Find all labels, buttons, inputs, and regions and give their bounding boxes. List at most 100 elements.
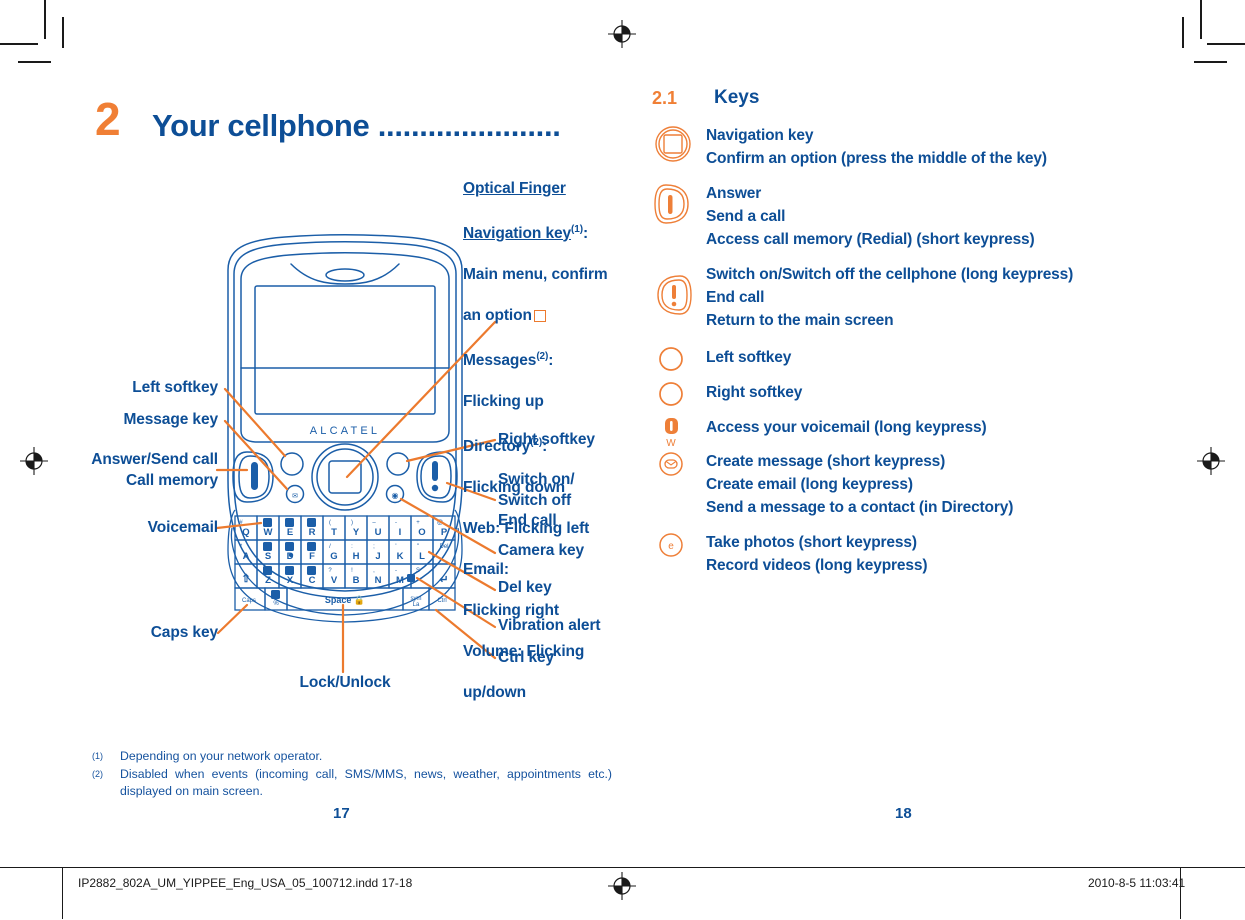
- footnote-row: (1) Depending on your network operator.: [92, 748, 612, 766]
- footnotes-block: (1) Depending on your network operator. …: [92, 748, 612, 801]
- svg-text:S: S: [265, 551, 271, 562]
- callout-switch-on-off: Switch on/ Switch off End call: [498, 471, 575, 529]
- key-line: Right softkey: [706, 384, 803, 401]
- svg-text:C: C: [309, 575, 316, 586]
- key-line: Create message (short keypress): [706, 453, 946, 470]
- key-row-navigation: Navigation key Confirm an option (press …: [652, 124, 1047, 170]
- key-line: Create email (long keypress): [706, 476, 913, 493]
- chapter-heading: 2 Your cellphone ......................: [95, 96, 615, 156]
- key-line: Confirm an option (press the middle of t…: [706, 150, 1047, 167]
- callout-lock-unlock: Lock/Unlock: [299, 674, 391, 691]
- navigation-key-icon: [652, 124, 706, 162]
- footnote-mark: (1): [92, 751, 103, 761]
- svg-text:I: I: [399, 527, 402, 538]
- footnote-text: Disabled when events (incoming call, SMS…: [120, 766, 612, 799]
- phone-diagram: ALCATEL ✉ ◉ Q W E R T Y U I O P A S F G …: [91, 150, 625, 720]
- svg-text:↵: ↵: [439, 574, 448, 586]
- print-file-name: IP2882_802A_UM_YIPPEE_Eng_USA_05_100712.…: [78, 876, 413, 890]
- key-line: End call: [706, 289, 765, 306]
- optical-title-footnote: (1): [571, 223, 583, 235]
- footnote-row: (2) Disabled when events (incoming call,…: [92, 766, 612, 801]
- key-line: Send a call: [706, 208, 786, 225]
- optical-updown: up/down: [463, 683, 527, 701]
- registration-mark-right: [1197, 447, 1225, 475]
- svg-text:W: W: [666, 438, 676, 449]
- optical-title-line1: Optical Finger: [463, 179, 566, 197]
- key-row-end-call: Switch on/Switch off the cellphone (long…: [652, 263, 1073, 332]
- svg-text:G: G: [330, 551, 337, 562]
- chapter-number: 2: [95, 93, 121, 145]
- camera-key-icon: e: [652, 531, 706, 557]
- camera-key-glyph: ◉: [392, 491, 399, 500]
- registration-mark-bottom: [608, 872, 636, 900]
- key-description-left-softkey: Left softkey: [706, 346, 791, 369]
- page-number-right: 18: [895, 805, 912, 822]
- callout-vibration-alert: Vibration alert: [498, 617, 601, 634]
- svg-text:!: !: [351, 568, 353, 574]
- svg-text:La: La: [413, 602, 420, 608]
- key-line: Record videos (long keypress): [706, 557, 928, 574]
- checkbox-glyph-icon: [533, 309, 546, 322]
- svg-text:Q: Q: [242, 527, 249, 538]
- callout-message-key: Message key: [123, 411, 218, 428]
- svg-text:J: J: [375, 551, 380, 562]
- svg-text:e: e: [668, 541, 674, 552]
- send-call-key-icon: [652, 182, 706, 224]
- keys-section-heading: 2.1 Keys: [652, 87, 1072, 116]
- svg-text:P: P: [441, 527, 448, 538]
- svg-text:N: N: [375, 575, 382, 586]
- key-line: Take photos (short keypress): [706, 534, 917, 551]
- message-key-glyph: ✉: [292, 493, 298, 500]
- svg-text:Ctrl: Ctrl: [437, 598, 446, 604]
- svg-text:X: X: [287, 575, 294, 586]
- key-line: Navigation key: [706, 127, 814, 144]
- svg-text:K: K: [397, 551, 404, 562]
- callout-right-softkey: Right softkey: [498, 431, 595, 448]
- keys-section-title: Keys: [714, 87, 760, 108]
- callout-caps-key: Caps key: [150, 624, 218, 641]
- svg-text:H: H: [353, 551, 360, 562]
- optical-messages: Messages: [463, 351, 537, 369]
- callout-answer-send-call: Answer/Send call Call memory: [91, 451, 218, 489]
- left-softkey-icon: [652, 346, 706, 371]
- key-description-voicemail: Access your voicemail (long keypress): [706, 416, 987, 439]
- svg-text:A: A: [243, 551, 250, 562]
- svg-text:M: M: [396, 575, 404, 586]
- svg-text:F: F: [309, 551, 315, 562]
- page-number-left: 17: [333, 805, 350, 822]
- svg-text:Y: Y: [353, 527, 360, 538]
- svg-text:L: L: [419, 551, 425, 562]
- key-line: Left softkey: [706, 349, 792, 366]
- key-row-camera: e Take photos (short keypress) Record vi…: [652, 531, 927, 577]
- svg-text:;: ;: [373, 544, 375, 550]
- key-row-send-call: Answer Send a call Access call memory (R…: [652, 182, 1035, 251]
- key-row-voicemail: W Access your voicemail (long keypress): [652, 416, 987, 449]
- key-description-message: Create message (short keypress) Create e…: [706, 450, 1013, 519]
- key-description-camera: Take photos (short keypress) Record vide…: [706, 531, 927, 577]
- svg-text:W: W: [264, 527, 273, 538]
- optical-flicking-up: Flicking up: [463, 392, 544, 410]
- svg-text:–: –: [372, 520, 376, 526]
- key-line: Access your voicemail (long keypress): [706, 419, 987, 436]
- key-row-right-softkey: Right softkey: [652, 381, 803, 406]
- key-row-message: Create message (short keypress) Create e…: [652, 450, 1013, 519]
- svg-text:Z: Z: [265, 575, 271, 586]
- svg-text:+: +: [416, 520, 420, 526]
- svg-text:Caps: Caps: [242, 598, 256, 604]
- svg-text:': ': [395, 544, 396, 550]
- svg-text:U: U: [375, 527, 382, 538]
- key-line: Return to the main screen: [706, 312, 894, 329]
- svg-text:E: E: [287, 527, 293, 538]
- callout-ctrl-key: Ctrl key: [498, 649, 555, 666]
- callout-voicemail: Voicemail: [147, 519, 218, 536]
- key-line: Switch on/Switch off the cellphone (long…: [706, 266, 1074, 283]
- svg-text:%: %: [273, 601, 279, 607]
- optical-title-line2: Navigation key: [463, 224, 572, 242]
- key-row-left-softkey: Left softkey: [652, 346, 791, 371]
- svg-text:": ": [417, 544, 419, 550]
- chapter-title: Your cellphone ......................: [152, 108, 561, 143]
- key-line: Send a message to a contact (in Director…: [706, 499, 1014, 516]
- svg-text:-: -: [395, 520, 397, 526]
- optical-main-menu: Main menu, confirm: [463, 265, 608, 283]
- key-description-end-call: Switch on/Switch off the cellphone (long…: [706, 263, 1073, 332]
